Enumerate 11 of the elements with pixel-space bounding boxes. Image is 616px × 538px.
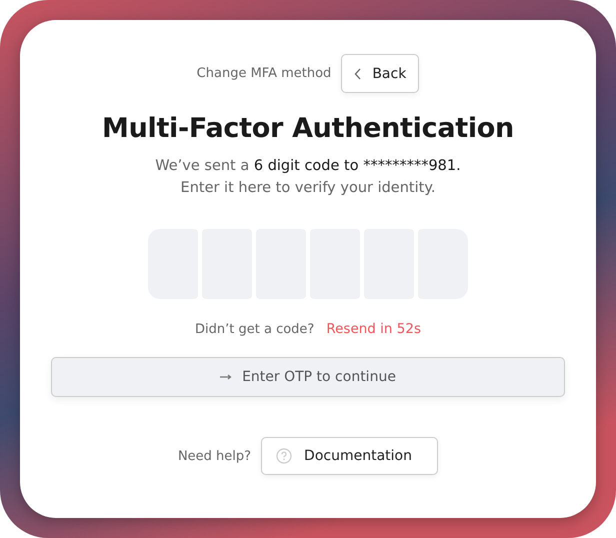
sent-code-message: We’ve sent a 6 digit code to *********981. [155,158,461,174]
question-icon [276,448,292,464]
help-prompt: Need help? [178,448,252,464]
verify-instruction: Enter it here to verify your identity. [180,180,436,196]
documentation-button[interactable]: Documentation [261,437,438,475]
change-method-label: Change MFA method [196,66,332,81]
back-button[interactable]: Back [341,54,420,93]
chevron-left-icon [354,68,362,80]
page-title: Multi-Factor Authentication [102,113,514,144]
resend-prompt: Didn’t get a code? [195,322,314,336]
arrow-right-icon [220,374,232,380]
